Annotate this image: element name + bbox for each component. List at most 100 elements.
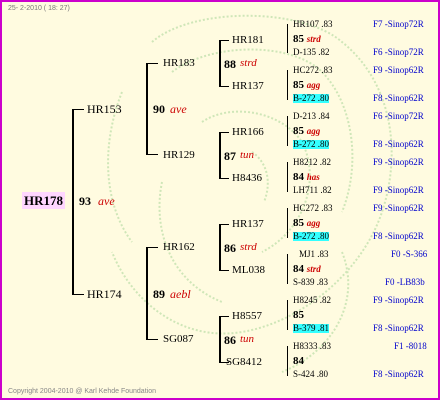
- lineage-ref[interactable]: F8 -Sinop62R: [373, 140, 424, 149]
- connector: [146, 63, 158, 64]
- connector: [219, 40, 229, 41]
- root-horse[interactable]: HR178: [22, 192, 65, 209]
- gen3-score: 85: [293, 309, 304, 321]
- gen4-horse-highlighted[interactable]: B-379 .81: [293, 324, 329, 333]
- gen3-horse[interactable]: ML038: [232, 265, 265, 276]
- connector-gen1: [146, 63, 148, 155]
- gen2-horse[interactable]: HR129: [163, 150, 195, 161]
- gen4-horse[interactable]: D-135 .82: [293, 48, 330, 57]
- lineage-ref[interactable]: F6 -Sinop72R: [373, 112, 424, 121]
- gen4-horse[interactable]: S-839 .83: [293, 278, 328, 287]
- lineage-ref[interactable]: F8 -Sinop62R: [373, 324, 424, 333]
- connector-gen3: [287, 24, 288, 53]
- gen2-score: 87: [224, 149, 236, 163]
- connector-gen2: [219, 132, 221, 179]
- gen4-horse[interactable]: S-424 .80: [293, 370, 328, 379]
- connector: [219, 270, 229, 271]
- dam-score: 89: [153, 287, 165, 301]
- connector: [72, 109, 84, 110]
- gen2-horse[interactable]: SG087: [163, 334, 194, 345]
- connector-gen1: [146, 247, 148, 340]
- lineage-ref[interactable]: F8 -Sinop62R: [373, 370, 424, 379]
- connector-gen3: [287, 208, 288, 238]
- gen3-horse[interactable]: H8436: [232, 173, 262, 184]
- gen4-horse[interactable]: LH711 .82: [293, 186, 332, 195]
- gen3-horse[interactable]: HR166: [232, 127, 264, 138]
- connector: [72, 294, 84, 295]
- gen4-horse[interactable]: HR107 .83: [293, 20, 333, 29]
- lineage-ref[interactable]: F0 -LB83b: [385, 278, 425, 287]
- connector-gen0: [72, 109, 74, 295]
- timestamp-header: 25- 2-2010 ( 18: 27): [8, 5, 70, 12]
- connector: [146, 154, 158, 155]
- gen3-score: 85 strd: [293, 33, 321, 45]
- connector-gen2: [219, 316, 221, 363]
- connector: [219, 224, 229, 225]
- dam[interactable]: HR174: [87, 288, 122, 300]
- gen4-horse[interactable]: HC272 .83: [293, 66, 333, 75]
- connector-gen2: [219, 224, 221, 271]
- gen3-horse[interactable]: HR137: [232, 81, 264, 92]
- pedigree-panel: 25- 2-2010 ( 18: 27) HR178 93 ave HR153 …: [0, 0, 440, 400]
- gen2-label: tun: [240, 149, 255, 161]
- gen4-horse-highlighted[interactable]: B-272 .80: [293, 232, 329, 241]
- connector-gen2: [219, 40, 221, 87]
- gen3-score: 84: [293, 355, 304, 367]
- gen4-horse-highlighted[interactable]: B-272 .80: [293, 140, 329, 149]
- gen3-horse[interactable]: HR181: [232, 35, 264, 46]
- gen2-score: 86: [224, 333, 236, 347]
- gen3-score: 84 strd: [293, 263, 321, 275]
- gen2-label: strd: [240, 241, 257, 253]
- gen3-horse[interactable]: H8557: [232, 311, 262, 322]
- gen3-score: 84 has: [293, 171, 320, 183]
- sire[interactable]: HR153: [87, 103, 122, 115]
- root-name: HR178: [22, 192, 65, 209]
- lineage-ref[interactable]: F0 -S-366: [391, 250, 427, 259]
- lineage-ref[interactable]: F7 -Sinop72R: [373, 20, 424, 29]
- gen3-horse[interactable]: SG8412: [226, 357, 262, 368]
- gen4-horse[interactable]: MJ1 .83: [299, 250, 329, 259]
- connector-gen3: [287, 70, 288, 100]
- connector-gen3: [287, 300, 288, 330]
- gen3-score: 85 agg: [293, 125, 321, 137]
- connector: [146, 247, 158, 248]
- root-score: 93: [79, 194, 91, 208]
- gen2-score: 86: [224, 241, 236, 255]
- connector-gen3: [287, 116, 288, 146]
- lineage-ref[interactable]: F9 -Sinop62R: [373, 204, 424, 213]
- gen4-horse[interactable]: D-213 .84: [293, 112, 330, 121]
- gen3-horse[interactable]: HR137: [232, 219, 264, 230]
- connector-gen3: [287, 254, 288, 284]
- lineage-ref[interactable]: F8 -Sinop62R: [373, 232, 424, 241]
- gen4-horse[interactable]: H8212 .82: [293, 158, 331, 167]
- gen3-score: 85 agg: [293, 79, 321, 91]
- connector: [219, 178, 229, 179]
- gen3-score: 85 agg: [293, 217, 321, 229]
- lineage-ref[interactable]: F9 -Sinop62R: [373, 296, 424, 305]
- gen2-score: 88: [224, 57, 236, 71]
- lineage-ref[interactable]: F9 -Sinop62R: [373, 186, 424, 195]
- lineage-ref[interactable]: F6 -Sinop72R: [373, 48, 424, 57]
- connector: [219, 132, 229, 133]
- connector: [219, 86, 229, 87]
- gen4-horse[interactable]: HC272 .83: [293, 204, 333, 213]
- gen4-horse[interactable]: H8245 .82: [293, 296, 331, 305]
- gen2-horse[interactable]: HR183: [163, 58, 195, 69]
- connector: [219, 316, 229, 317]
- connector-gen3: [287, 346, 288, 376]
- gen2-horse[interactable]: HR162: [163, 242, 195, 253]
- lineage-ref[interactable]: F9 -Sinop62R: [373, 158, 424, 167]
- lineage-ref[interactable]: F9 -Sinop62R: [373, 66, 424, 75]
- gen4-horse-highlighted[interactable]: B-272 .80: [293, 94, 329, 103]
- copyright-footer: Copyright 2004-2010 @ Karl Kehde Foundat…: [8, 388, 156, 395]
- gen4-horse[interactable]: H8333 .83: [293, 342, 331, 351]
- lineage-ref[interactable]: F1 -8018: [394, 342, 427, 351]
- gen2-label: strd: [240, 57, 257, 69]
- lineage-ref[interactable]: F8 -Sinop62R: [373, 94, 424, 103]
- dam-label: aebl: [170, 287, 191, 301]
- connector: [146, 339, 158, 340]
- gen2-label: tun: [240, 333, 255, 345]
- connector-gen3: [287, 162, 288, 192]
- sire-label: ave: [170, 102, 187, 116]
- root-label: ave: [98, 194, 115, 208]
